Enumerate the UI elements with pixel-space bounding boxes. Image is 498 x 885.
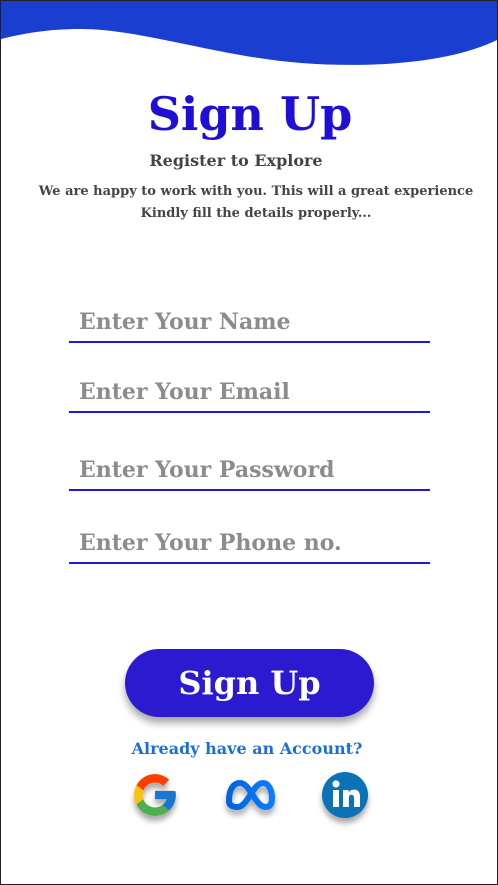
signup-screen: Sign Up Register to Explore We are happy… <box>0 0 498 885</box>
email-input[interactable] <box>69 373 430 411</box>
login-link[interactable]: Already have an Account? <box>1 739 493 758</box>
sign-up-button[interactable]: Sign Up <box>125 649 374 717</box>
linkedin-icon <box>322 772 368 818</box>
name-input[interactable] <box>69 303 430 341</box>
password-input[interactable] <box>69 451 430 489</box>
phone-field <box>69 524 430 564</box>
page-subtitle: Register to Explore <box>149 151 323 170</box>
header-wave <box>1 1 497 65</box>
password-field <box>69 451 430 491</box>
phone-input[interactable] <box>69 524 430 562</box>
name-field <box>69 303 430 343</box>
google-icon <box>134 774 176 816</box>
linkedin-login-button[interactable] <box>319 769 371 821</box>
google-login-button[interactable] <box>129 769 181 821</box>
email-field <box>69 373 430 413</box>
description-line-1: We are happy to work with you. This will… <box>38 184 474 199</box>
description-line-2: Kindly fill the details properly... <box>140 206 372 221</box>
page-description: We are happy to work with you. This will… <box>1 181 497 225</box>
page-title: Sign Up <box>147 87 353 141</box>
meta-icon <box>226 780 275 810</box>
meta-login-button[interactable] <box>223 769 275 821</box>
